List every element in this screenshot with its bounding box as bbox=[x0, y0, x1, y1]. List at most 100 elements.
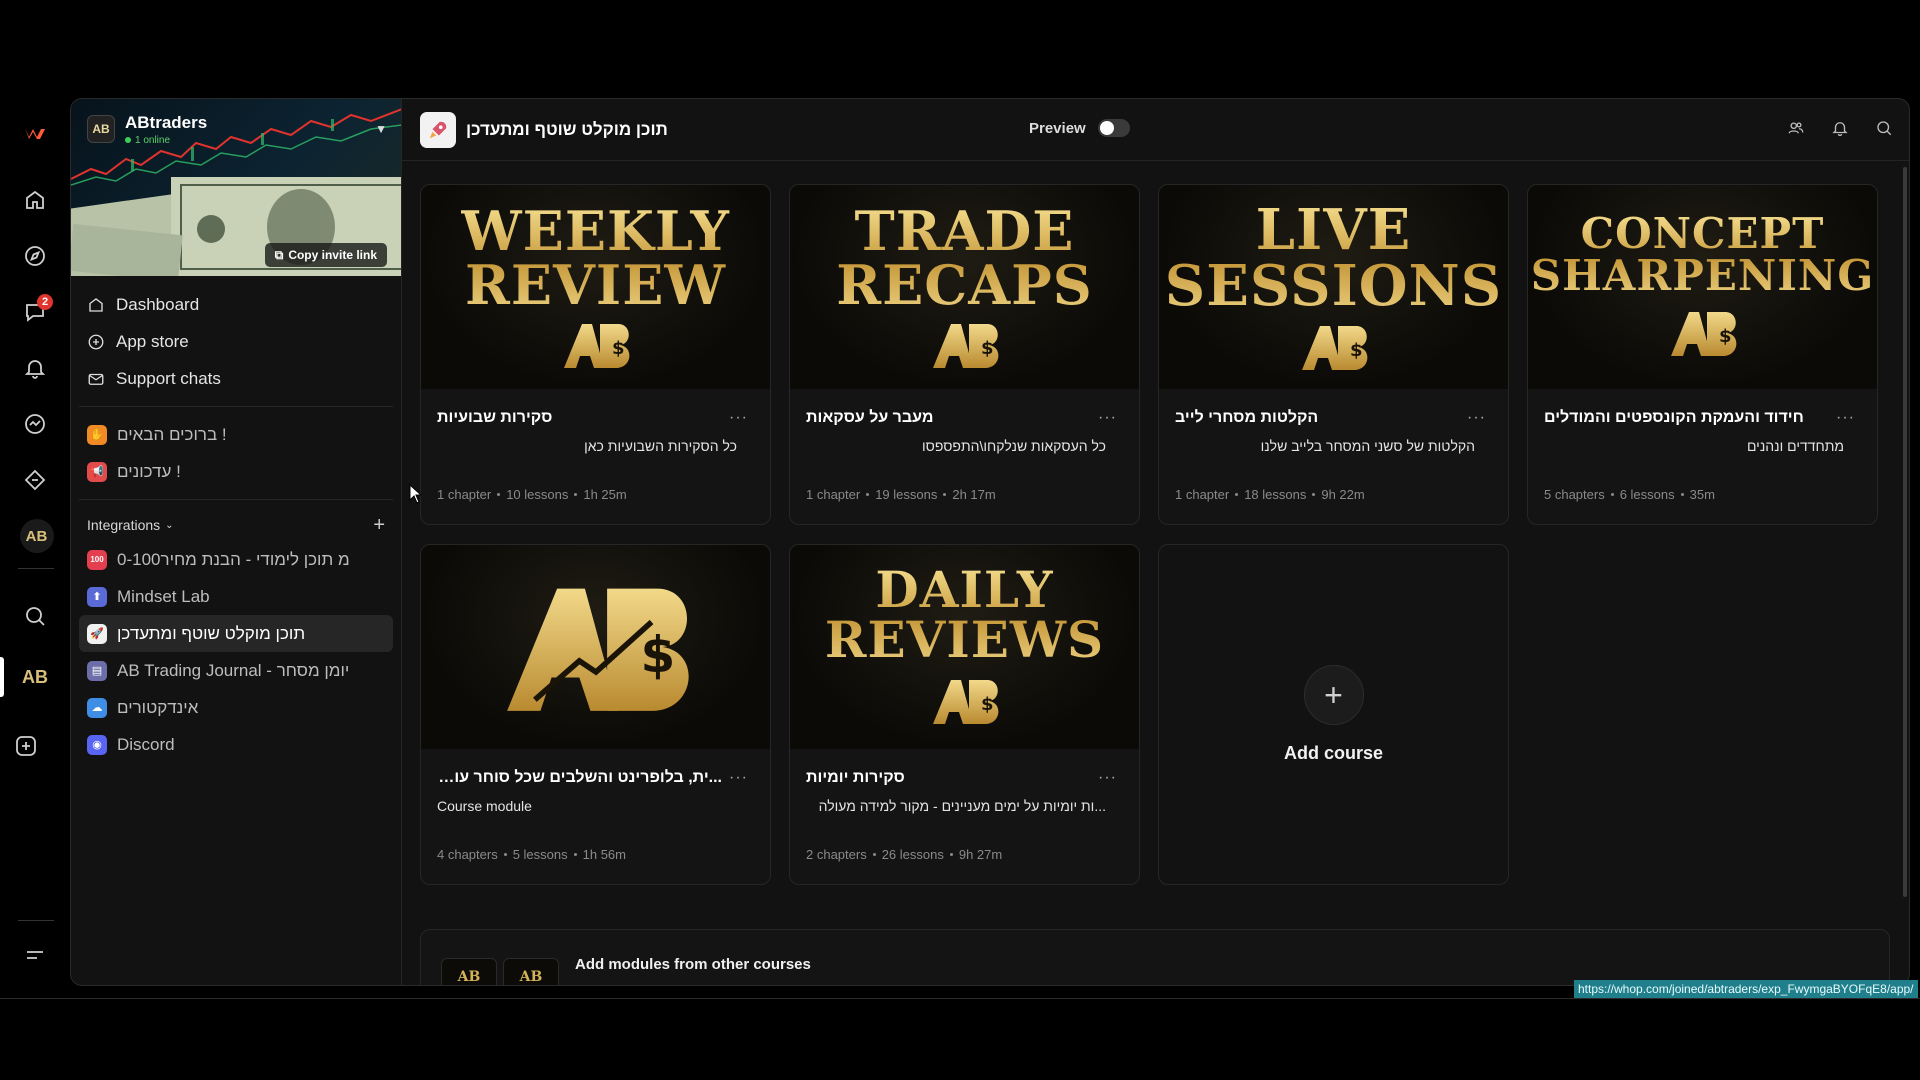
meta-lessons: 19 lessons bbox=[875, 487, 938, 502]
module-thumbnails: AB AB bbox=[441, 958, 559, 985]
nav-dashboard-label: Dashboard bbox=[116, 294, 200, 314]
integration-label: Discord bbox=[117, 734, 175, 754]
page-title: תוכן מוקלט שוטף ומתעדכן bbox=[466, 119, 668, 139]
thumbnail-title: TRADE RECAPS bbox=[836, 204, 1093, 312]
course-meta: 1 chapter 18 lessons 9h 22m bbox=[1175, 487, 1365, 502]
menu-icon[interactable] bbox=[15, 935, 55, 975]
more-options-icon[interactable]: ··· bbox=[1098, 409, 1117, 427]
activity-icon[interactable] bbox=[15, 404, 55, 444]
plus-icon: + bbox=[1303, 665, 1364, 725]
course-thumbnail: LIVE SESSIONS $ bbox=[1159, 185, 1508, 389]
course-card[interactable]: $ ...ית, בלופרינט והשלבים שכל סוחר עובר … bbox=[420, 544, 771, 885]
ab-logo-icon: $ bbox=[563, 324, 629, 368]
module-thumb: AB bbox=[441, 958, 497, 985]
svg-text:$: $ bbox=[981, 338, 994, 359]
home-icon[interactable] bbox=[15, 180, 55, 220]
ab-logo-icon: $ bbox=[1670, 312, 1736, 356]
copy-invite-link-button[interactable]: ⧉ Copy invite link bbox=[264, 243, 387, 267]
meta-duration: 1h 25m bbox=[583, 487, 627, 502]
integration-label: Mindset Lab bbox=[117, 586, 210, 606]
meta-lessons: 26 lessons bbox=[881, 847, 944, 862]
thumbnail-title: CONCEPT SHARPENING bbox=[1531, 213, 1874, 297]
integration-item-indicators[interactable]: ☁ אינדקטורים bbox=[79, 689, 393, 726]
preview-toggle-group: Preview bbox=[1029, 119, 1130, 137]
course-thumbnail: TRADE RECAPS $ bbox=[790, 185, 1139, 389]
brand-header[interactable]: AB ABtraders 1 online ▼ bbox=[87, 111, 387, 147]
integrations-header[interactable]: Integrations ⌄ + bbox=[79, 509, 393, 541]
more-options-icon[interactable]: ··· bbox=[729, 409, 748, 427]
ab-workspace-icon[interactable]: AB bbox=[15, 657, 55, 697]
channel-updates[interactable]: 📢 עדכונים ! bbox=[79, 453, 393, 490]
add-course-button[interactable]: + Add course bbox=[1158, 544, 1509, 885]
thumb-line: RECAPS bbox=[836, 253, 1093, 317]
search-icon[interactable] bbox=[15, 596, 55, 636]
more-options-icon[interactable]: ··· bbox=[1836, 409, 1855, 427]
integration-item-trading-journal[interactable]: ▤ AB Trading Journal - יומן מסחר bbox=[79, 652, 393, 689]
ab-logo-icon: $ bbox=[932, 324, 998, 368]
ab-community-avatar[interactable]: AB bbox=[15, 516, 55, 556]
integration-item-mindset-lab[interactable]: ⬆ Mindset Lab bbox=[79, 578, 393, 615]
whop-logo-icon[interactable] bbox=[15, 112, 55, 152]
module-thumb: AB bbox=[503, 958, 559, 985]
integrations-label: Integrations bbox=[87, 517, 161, 533]
integration-item-recorded-content[interactable]: 🚀 תוכן מוקלט שוטף ומתעדכן bbox=[79, 615, 393, 652]
course-title: הקלטות מסחרי לייב bbox=[1175, 409, 1319, 426]
rocket-icon[interactable] bbox=[15, 460, 55, 500]
thumb-line: REVIEWS bbox=[824, 610, 1105, 669]
course-title: סקירות יומיות bbox=[806, 769, 905, 786]
compass-icon[interactable] bbox=[15, 236, 55, 276]
course-card[interactable]: CONCEPT SHARPENING $ חידוד והעמקת הקונספ… bbox=[1527, 184, 1878, 525]
course-card[interactable]: WEEKLY REVIEW $ סקירות שבועיות כל הסקירו… bbox=[420, 184, 771, 525]
svg-text:$: $ bbox=[1719, 326, 1732, 347]
ab-logo-icon: $ bbox=[1301, 326, 1367, 370]
search-icon[interactable] bbox=[1873, 117, 1895, 139]
preview-label: Preview bbox=[1029, 119, 1086, 137]
integration-label: אינדקטורים bbox=[117, 697, 199, 717]
mail-icon bbox=[88, 373, 104, 385]
meta-duration: 35m bbox=[1689, 487, 1715, 502]
rocket-icon bbox=[420, 111, 456, 148]
scrollbar[interactable] bbox=[1903, 167, 1907, 897]
preview-toggle[interactable] bbox=[1097, 119, 1130, 137]
add-modules-bar[interactable]: AB AB Add modules from other courses bbox=[420, 929, 1890, 985]
brand-name: ABtraders bbox=[125, 112, 208, 132]
course-title: מעבר על עסקאות bbox=[806, 409, 934, 426]
bell-icon[interactable] bbox=[15, 348, 55, 388]
channel-welcome[interactable]: ✋ ברוכים הבאים ! bbox=[79, 416, 393, 453]
chevron-down-icon[interactable]: ▼ bbox=[375, 122, 387, 136]
thumbnail-title: DAILY REVIEWS bbox=[825, 565, 1104, 665]
more-options-icon[interactable]: ··· bbox=[1098, 769, 1117, 787]
course-card[interactable]: TRADE RECAPS $ מעבר על עסקאות כל העסקאות… bbox=[789, 184, 1140, 525]
nav-support-chats-label: Support chats bbox=[116, 368, 221, 388]
more-options-icon[interactable]: ··· bbox=[1467, 409, 1486, 427]
course-subtitle: Course module bbox=[437, 798, 532, 814]
more-options-icon[interactable]: ··· bbox=[729, 769, 748, 787]
course-subtitle: ...ות יומיות על ימים מעניינים - מקור למי… bbox=[818, 798, 1106, 814]
sidebar-divider bbox=[79, 406, 393, 407]
add-workspace-icon[interactable] bbox=[6, 726, 46, 766]
add-integration-button[interactable]: + bbox=[373, 514, 385, 537]
rail-active-indicator bbox=[0, 657, 4, 697]
integration-item-price-action[interactable]: 100 0-100מ תוכן לימודי - הבנת מחיר bbox=[79, 541, 393, 578]
integration-label: 0-100מ תוכן לימודי - הבנת מחיר bbox=[117, 549, 350, 569]
integration-item-discord[interactable]: ◉ Discord bbox=[79, 726, 393, 763]
nav-support-chats[interactable]: Support chats bbox=[79, 360, 393, 397]
channel-updates-label: עדכונים ! bbox=[117, 461, 181, 481]
course-meta: 1 chapter 10 lessons 1h 25m bbox=[437, 487, 627, 502]
members-icon[interactable] bbox=[1785, 117, 1807, 139]
dashboard-icon bbox=[89, 297, 103, 312]
course-card[interactable]: DAILY REVIEWS $ סקירות יומיות ...ות יומי… bbox=[789, 544, 1140, 885]
bell-icon[interactable] bbox=[1829, 117, 1851, 139]
discord-icon: ◉ bbox=[87, 734, 107, 755]
meta-chapters: 1 chapter bbox=[1175, 487, 1230, 502]
thumb-line: LIVE bbox=[1255, 197, 1412, 263]
chat-icon[interactable]: 2 bbox=[15, 292, 55, 332]
top-bar: תוכן מוקלט שוטף ומתעדכן Preview bbox=[402, 99, 1909, 161]
rail-divider bbox=[18, 568, 54, 569]
sidebar: AB ABtraders 1 online ▼ ⧉ Copy invite li… bbox=[71, 99, 402, 985]
course-card[interactable]: LIVE SESSIONS $ הקלטות מסחרי לייב הקלטות… bbox=[1158, 184, 1509, 525]
chat-badge: 2 bbox=[37, 294, 53, 310]
nav-app-store[interactable]: App store bbox=[79, 323, 393, 360]
meta-chapters: 1 chapter bbox=[437, 487, 492, 502]
nav-dashboard[interactable]: Dashboard bbox=[79, 286, 393, 323]
